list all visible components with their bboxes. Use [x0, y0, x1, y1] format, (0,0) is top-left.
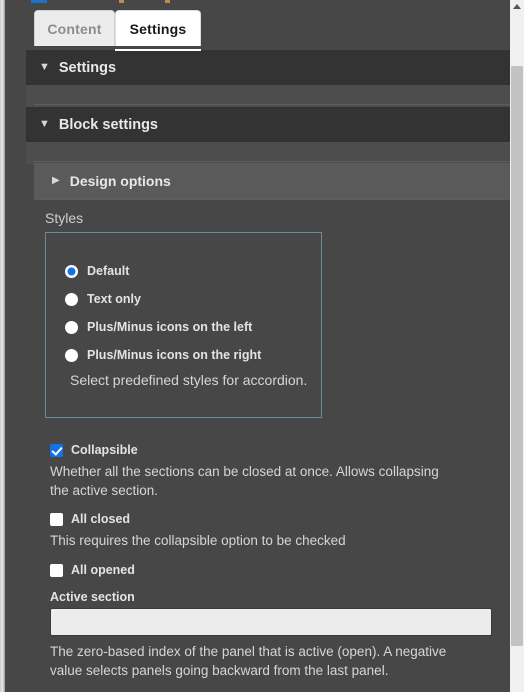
radio-option-default[interactable]: Default — [65, 264, 129, 278]
toolbar-dot-2-icon — [165, 0, 170, 3]
settings-panel: Content Settings ▼ Settings ▼ Block sett… — [5, 0, 510, 692]
active-section-help: The zero-based index of the panel that i… — [50, 644, 447, 678]
active-section-input[interactable] — [50, 608, 492, 636]
tab-content[interactable]: Content — [34, 10, 115, 46]
section-divider-2 — [34, 161, 510, 162]
styles-radio-group: Default Text only Plus/Minus icons on th… — [45, 232, 322, 418]
checkbox-collapsible-label: Collapsible — [71, 443, 138, 457]
checkbox-collapsible[interactable]: Collapsible — [50, 443, 138, 457]
radio-option-icons-right[interactable]: Plus/Minus icons on the right — [65, 348, 261, 362]
radio-option-default-label: Default — [87, 264, 130, 278]
tab-settings-label: Settings — [129, 20, 187, 37]
checkbox-collapsible-help: Whether all the sections can be closed a… — [50, 464, 439, 498]
radio-option-icons-right-label: Plus/Minus icons on the right — [87, 348, 262, 362]
checkbox-unchecked-icon — [50, 563, 63, 577]
chevron-right-icon: ▶ — [52, 175, 60, 186]
tab-settings[interactable]: Settings — [115, 10, 201, 46]
checkbox-unchecked-icon — [50, 512, 63, 526]
subsection-header-design-options-label: Design options — [69, 173, 171, 189]
radio-unselected-icon — [65, 348, 78, 362]
settings-dialog: Content Settings ▼ Settings ▼ Block sett… — [0, 0, 524, 692]
checkbox-all-opened-label: All opened — [71, 563, 135, 577]
radio-selected-icon — [65, 264, 78, 278]
radio-unselected-icon — [65, 292, 78, 306]
radio-unselected-icon — [65, 320, 78, 334]
radio-option-icons-left[interactable]: Plus/Minus icons on the left — [65, 320, 252, 334]
checkbox-checked-icon — [50, 443, 63, 457]
active-section-label: Active section — [50, 590, 135, 604]
styles-field-label: Styles — [45, 210, 84, 226]
scroll-thumb[interactable] — [511, 66, 523, 646]
radio-option-icons-left-label: Plus/Minus icons on the left — [87, 320, 253, 334]
section-header-settings-label: Settings — [58, 59, 117, 76]
checkbox-all-closed[interactable]: All closed — [50, 512, 130, 526]
checkbox-all-opened[interactable]: All opened — [50, 563, 135, 577]
section-divider-1 — [34, 104, 510, 105]
styles-field-description: Select predefined styles for accordion. — [70, 372, 308, 388]
tab-active-mask — [115, 49, 201, 51]
tab-content-label: Content — [47, 20, 102, 37]
checkbox-all-closed-help: This requires the collapsible option to … — [50, 533, 346, 548]
subsection-header-design-options[interactable]: ▶ Design options — [34, 163, 510, 199]
checkbox-all-closed-label: All closed — [71, 512, 131, 526]
scroll-up-arrow-icon[interactable] — [510, 0, 524, 13]
section-header-settings[interactable]: ▼ Settings — [26, 50, 510, 85]
chevron-down-icon: ▼ — [39, 61, 50, 73]
radio-option-text-only[interactable]: Text only — [65, 292, 141, 306]
toolbar-blue-indicator — [31, 0, 47, 3]
toolbar-dot-1-icon — [119, 0, 124, 3]
section-header-block-settings-label: Block settings — [58, 116, 158, 133]
settings-form: Styles Default Text only Plus/Minus icon… — [5, 200, 510, 692]
section-header-block-settings[interactable]: ▼ Block settings — [26, 107, 510, 142]
tab-bar: Content Settings — [5, 5, 510, 51]
radio-option-text-only-label: Text only — [87, 292, 141, 306]
chevron-down-icon: ▼ — [39, 118, 50, 130]
vertical-scrollbar[interactable] — [510, 0, 524, 692]
